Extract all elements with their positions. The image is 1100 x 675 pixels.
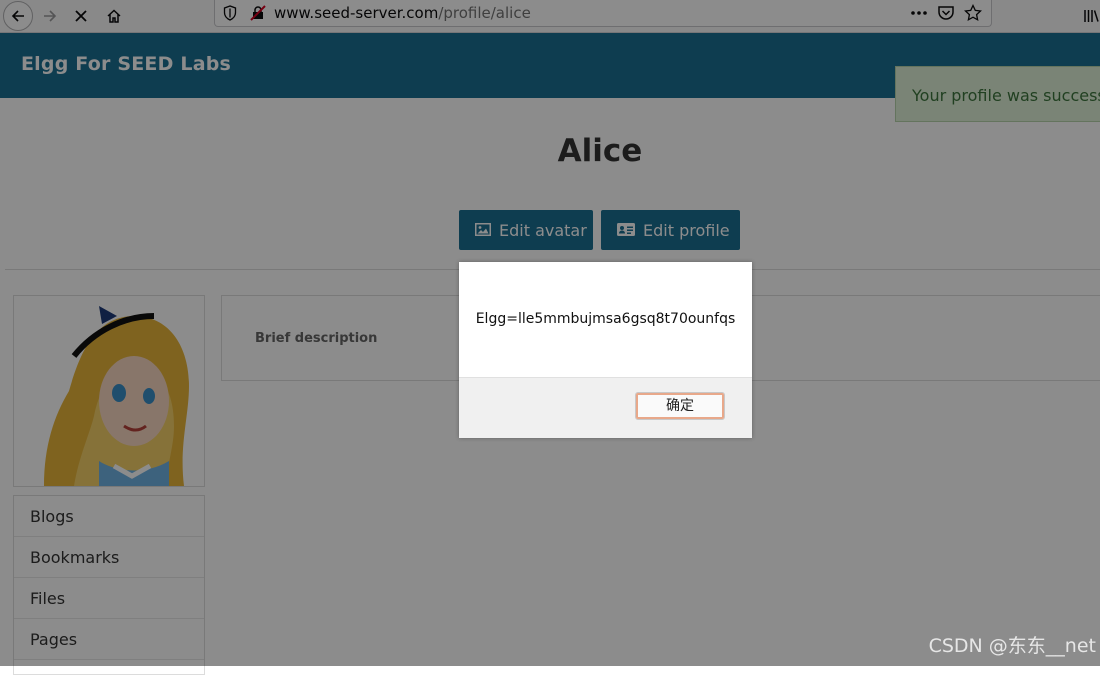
alert-footer: 确定 — [459, 377, 752, 438]
ok-button[interactable]: 确定 — [635, 392, 725, 420]
watermark: CSDN @东东__net — [928, 635, 1096, 657]
alert-message: Elgg=lle5mmbujmsa6gsq8t70ounfqs — [475, 311, 736, 327]
alert-dialog: Elgg=lle5mmbujmsa6gsq8t70ounfqs 确定 — [459, 262, 752, 438]
